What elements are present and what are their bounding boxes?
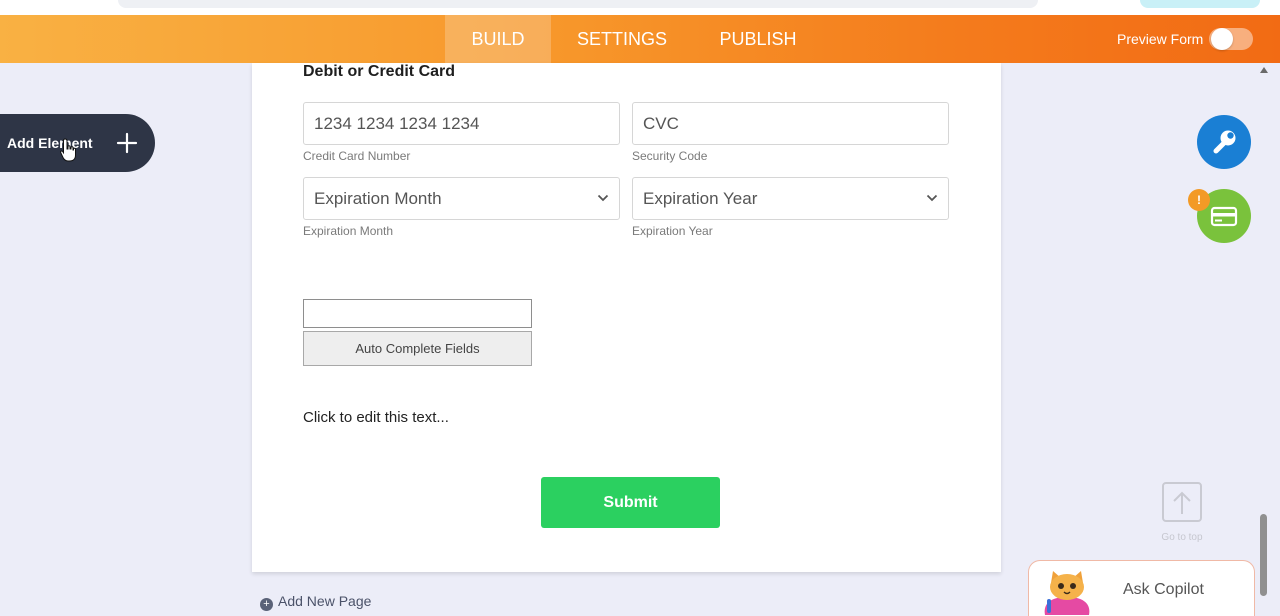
autocomplete-fields-button[interactable]: Auto Complete Fields — [303, 331, 532, 366]
copilot-cat-avatar-icon — [1044, 571, 1090, 615]
hand-cursor-icon — [60, 138, 76, 162]
add-new-page-link[interactable]: + Add New Page — [260, 593, 371, 611]
toggle-knob — [1211, 28, 1233, 50]
cvc-placeholder: CVC — [643, 114, 679, 133]
add-element-label: Add Element — [7, 135, 93, 151]
cvc-field[interactable]: CVC — [632, 102, 949, 145]
submit-button[interactable]: Submit — [541, 477, 720, 528]
cvc-sublabel: Security Code — [632, 149, 708, 163]
expiration-month-sublabel: Expiration Month — [303, 224, 394, 238]
card-number-field[interactable]: 1234 1234 1234 1234 — [303, 102, 620, 145]
chevron-down-icon — [926, 194, 938, 202]
expiration-month-value: Expiration Month — [314, 189, 442, 208]
top-navbar: BUILD SETTINGS PUBLISH Preview Form — [0, 15, 1280, 63]
plus-icon — [116, 132, 138, 154]
autocomplete-input[interactable] — [303, 299, 532, 328]
preview-form-toggle[interactable] — [1209, 28, 1253, 50]
plus-circle-icon: + — [260, 598, 273, 611]
preview-form-label: Preview Form — [1117, 31, 1204, 47]
add-element-button[interactable]: Add Element — [0, 114, 155, 172]
expiration-year-sublabel: Expiration Year — [632, 224, 713, 238]
scroll-up-arrow-icon[interactable] — [1260, 66, 1268, 74]
expiration-year-value: Expiration Year — [643, 189, 758, 208]
wrench-button[interactable] — [1197, 115, 1251, 169]
card-number-sublabel: Credit Card Number — [303, 149, 411, 163]
form-card: Debit or Credit Card 1234 1234 1234 1234… — [252, 63, 1001, 572]
editable-text-block[interactable]: Click to edit this text... — [303, 409, 449, 426]
card-number-placeholder: 1234 1234 1234 1234 — [314, 114, 480, 133]
tab-publish[interactable]: PUBLISH — [708, 15, 808, 63]
address-bar[interactable] — [118, 0, 1038, 8]
browser-top-strip — [0, 0, 1280, 15]
expiration-year-select[interactable]: Expiration Year — [632, 177, 949, 220]
expiration-month-select[interactable]: Expiration Month — [303, 177, 620, 220]
add-new-page-label: Add New Page — [278, 593, 372, 609]
ask-copilot-label: Ask Copilot — [1123, 581, 1204, 598]
arrow-up-icon — [1162, 482, 1202, 522]
tab-settings[interactable]: SETTINGS — [566, 15, 678, 63]
alert-badge: ! — [1188, 189, 1210, 211]
go-to-top-label: Go to top — [1161, 532, 1203, 543]
go-to-top-button[interactable]: Go to top — [1152, 480, 1212, 550]
tab-build[interactable]: BUILD — [445, 15, 551, 63]
chevron-down-icon — [597, 194, 609, 202]
scrollbar-thumb[interactable] — [1260, 514, 1267, 596]
ask-copilot-button[interactable]: Ask Copilot — [1028, 560, 1255, 616]
wrench-icon — [1213, 130, 1236, 154]
browser-action-pill[interactable] — [1140, 0, 1260, 8]
section-title: Debit or Credit Card — [303, 63, 456, 80]
